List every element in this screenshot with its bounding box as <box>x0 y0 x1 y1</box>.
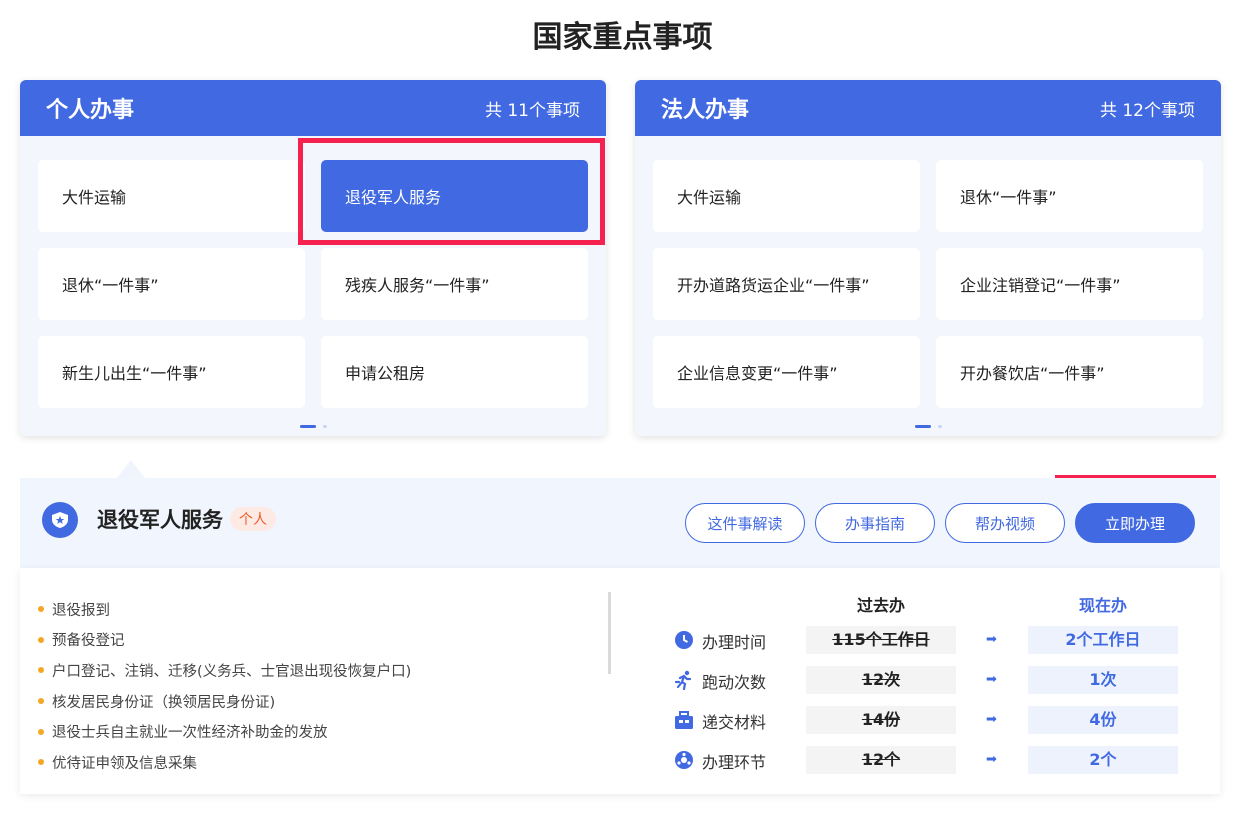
personal-item-disability-service[interactable]: 残疾人服务“一件事” <box>321 248 588 320</box>
pagination-dot-active[interactable] <box>914 425 931 428</box>
comparison-row-trips: 跑动次数 12次 ➡ 1次 <box>674 666 1194 694</box>
running-icon <box>674 670 694 691</box>
arrow-right-icon: ➡ <box>986 752 997 767</box>
page-title: 国家重点事项 <box>532 20 713 55</box>
now-value: 4份 <box>1028 706 1178 734</box>
clock-icon <box>674 630 694 650</box>
personal-panel-title: 个人办事 <box>46 98 135 123</box>
legal-panel-header: 法人办事 共 12个事项 <box>635 80 1221 136</box>
personal-item-newborn[interactable]: 新生儿出生“一件事” <box>38 336 305 408</box>
pagination-dot-active[interactable] <box>299 425 316 428</box>
bullet-icon <box>38 667 44 674</box>
arrow-right-icon: ➡ <box>986 632 997 647</box>
arrow-right-icon: ➡ <box>986 712 997 727</box>
now-value: 1次 <box>1028 666 1178 694</box>
personal-item-count: 共 11个事项 <box>484 100 580 121</box>
past-value: 14份 <box>806 706 956 734</box>
past-column-header: 过去办 <box>856 596 905 615</box>
past-value: 12次 <box>806 666 956 694</box>
legal-pagination <box>635 425 1221 428</box>
service-name: 退役军人服务 <box>97 508 223 532</box>
personal-item-public-housing[interactable]: 申请公租房 <box>321 336 588 408</box>
legal-item-count: 共 12个事项 <box>1099 100 1195 121</box>
service-type-badge: 个人 <box>230 507 276 531</box>
service-detail-body: 退役报到 预备役登记 户口登记、注销、迁移(义务兵、士官退出现役恢复户口) 核发… <box>20 568 1220 794</box>
pagination-dot[interactable] <box>322 425 327 428</box>
interpret-button[interactable]: 这件事解读 <box>685 503 805 543</box>
personal-panel: 个人办事 共 11个事项 大件运输 退役军人服务 退休“一件事” 残疾人服务“一… <box>20 80 606 436</box>
personal-item-veteran-service[interactable]: 退役军人服务 <box>321 160 588 232</box>
legal-item-company-deregistration[interactable]: 企业注销登记“一件事” <box>936 248 1203 320</box>
comparison-row-steps: 办理环节 12个 ➡ 2个 <box>674 746 1194 774</box>
list-item[interactable]: 退役报到 <box>38 594 411 625</box>
list-item[interactable]: 户口登记、注销、迁移(义务兵、士官退出现役恢复户口) <box>38 655 411 686</box>
personal-item-large-transport[interactable]: 大件运输 <box>38 160 305 232</box>
legal-panel: 法人办事 共 12个事项 大件运输 退休“一件事” 开办道路货运企业“一件事” … <box>635 80 1221 436</box>
past-value: 115个工作日 <box>806 626 956 654</box>
bullet-icon <box>38 728 44 735</box>
bullet-icon <box>38 606 44 613</box>
bullet-icon <box>38 636 44 643</box>
personal-pagination <box>20 425 606 428</box>
comparison-row-time: 办理时间 115个工作日 ➡ 2个工作日 <box>674 626 1194 654</box>
bullet-icon <box>38 698 44 705</box>
sub-item-list: 退役报到 预备役登记 户口登记、注销、迁移(义务兵、士官退出现役恢复户口) 核发… <box>38 594 411 778</box>
arrow-right-icon: ➡ <box>986 672 997 687</box>
now-value: 2个 <box>1028 746 1178 774</box>
list-scrollbar[interactable] <box>608 592 611 674</box>
service-detail-header: 退役军人服务 个人 这件事解读 办事指南 帮办视频 立即办理 <box>20 478 1220 568</box>
legal-item-company-info-change[interactable]: 企业信息变更“一件事” <box>653 336 920 408</box>
briefcase-icon <box>674 710 694 730</box>
legal-item-retirement[interactable]: 退休“一件事” <box>936 160 1203 232</box>
legal-item-restaurant[interactable]: 开办餐饮店“一件事” <box>936 336 1203 408</box>
legal-item-large-transport[interactable]: 大件运输 <box>653 160 920 232</box>
personal-panel-header: 个人办事 共 11个事项 <box>20 80 606 136</box>
personal-item-retirement[interactable]: 退休“一件事” <box>38 248 305 320</box>
list-item[interactable]: 优待证申领及信息采集 <box>38 747 411 778</box>
process-icon <box>674 750 694 770</box>
video-help-button[interactable]: 帮办视频 <box>945 503 1065 543</box>
bullet-icon <box>38 759 44 766</box>
comparison-row-materials: 递交材料 14份 ➡ 4份 <box>674 706 1194 734</box>
apply-now-button[interactable]: 立即办理 <box>1075 503 1195 543</box>
now-value: 2个工作日 <box>1028 626 1178 654</box>
list-item[interactable]: 核发居民身份证（换领居民身份证) <box>38 686 411 717</box>
selection-caret <box>117 460 145 478</box>
list-item[interactable]: 预备役登记 <box>38 625 411 656</box>
pagination-dot[interactable] <box>937 425 942 428</box>
list-item[interactable]: 退役士兵自主就业一次性经济补助金的发放 <box>38 716 411 747</box>
legal-item-freight-company[interactable]: 开办道路货运企业“一件事” <box>653 248 920 320</box>
now-column-header: 现在办 <box>1078 596 1127 615</box>
veteran-badge-icon <box>42 502 78 538</box>
legal-panel-title: 法人办事 <box>661 98 750 123</box>
past-value: 12个 <box>806 746 956 774</box>
guide-button[interactable]: 办事指南 <box>815 503 935 543</box>
